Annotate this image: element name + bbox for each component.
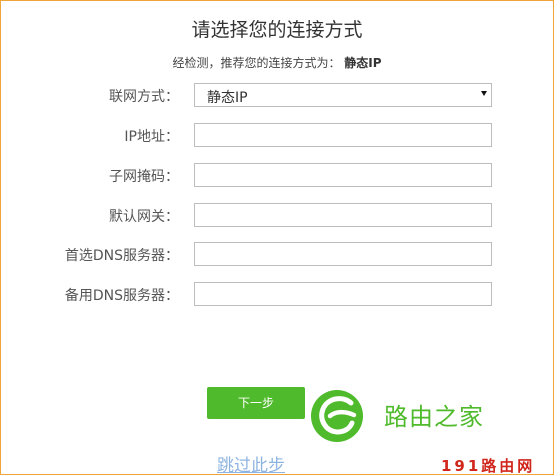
watermark-brand-text: 路由之家: [384, 403, 484, 431]
secondary-dns-row: 备用DNS服务器：: [1, 282, 554, 306]
connection-type-row: 联网方式： 静态IP: [1, 83, 554, 107]
secondary-dns-label: 备用DNS服务器：: [64, 288, 179, 304]
subnet-mask-input[interactable]: [194, 163, 492, 187]
skip-step-link[interactable]: 跳过此步: [217, 451, 285, 476]
default-gateway-row: 默认网关：: [1, 203, 554, 227]
setup-wizard-panel: 请选择您的连接方式 经检测，推荐您的连接方式为： 静态IP 联网方式： 静态IP…: [0, 0, 554, 476]
ip-address-label: IP地址：: [124, 129, 179, 145]
next-step-button[interactable]: 下一步: [207, 387, 305, 419]
default-gateway-input[interactable]: [194, 203, 492, 227]
primary-dns-label: 首选DNS服务器：: [64, 248, 179, 264]
connection-type-select[interactable]: 静态IP: [194, 83, 492, 107]
default-gateway-label: 默认网关：: [109, 209, 179, 225]
primary-dns-input[interactable]: [194, 242, 492, 266]
detect-hint: 经检测，推荐您的连接方式为： 静态IP: [1, 54, 553, 71]
dropdown-arrow-icon: [481, 91, 487, 96]
detect-hint-prefix: 经检测，推荐您的连接方式为：: [172, 56, 341, 70]
ip-address-row: IP地址：: [1, 123, 554, 147]
ip-address-input[interactable]: [194, 123, 492, 147]
subnet-mask-row: 子网掩码：: [1, 163, 554, 187]
connection-type-label: 联网方式：: [109, 89, 179, 105]
detect-hint-value: 静态IP: [344, 56, 382, 70]
secondary-dns-input[interactable]: [194, 282, 492, 306]
watermark-logo-icon: [311, 390, 363, 442]
page-title: 请选择您的连接方式: [191, 19, 363, 41]
subnet-mask-label: 子网掩码：: [109, 169, 179, 185]
connection-type-selected-value: 静态IP: [207, 90, 248, 106]
watermark-site-text: 191路由网: [441, 457, 536, 475]
primary-dns-row: 首选DNS服务器：: [1, 242, 554, 266]
